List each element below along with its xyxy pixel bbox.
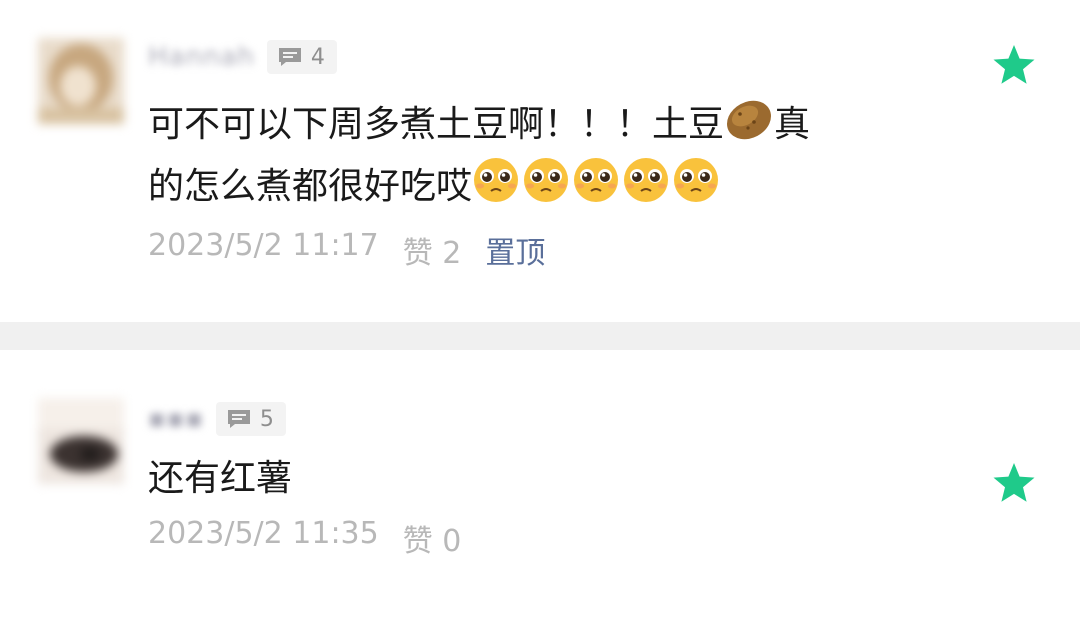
comment-bubble-icon <box>227 410 250 428</box>
avatar[interactable] <box>38 398 124 484</box>
comment-text: 可不可以下周多煮土豆啊！！！土豆 真 的怎么煮都很好吃哎 <box>148 98 908 218</box>
avatar[interactable] <box>38 38 124 124</box>
pleading-face-emoji-icon <box>472 156 722 218</box>
comment-meta: 2023/5/2 11:17 赞 2 置顶 <box>148 228 569 272</box>
reply-count: 5 <box>259 406 274 432</box>
potato-emoji-icon <box>724 98 774 156</box>
username[interactable]: Hannah <box>148 42 255 72</box>
divider <box>0 322 1080 350</box>
like-count[interactable]: 赞 2 <box>403 228 462 272</box>
comment-text: 还有红薯 <box>148 458 293 499</box>
comment-meta: 2023/5/2 11:35 赞 0 <box>148 516 485 560</box>
star-icon[interactable] <box>992 462 1036 508</box>
username[interactable]: ▪▪▪ <box>148 404 204 434</box>
comment-header: ▪▪▪ 5 <box>148 402 286 436</box>
comment-header: Hannah 4 <box>148 40 337 74</box>
comment-date: 2023/5/2 11:17 <box>148 228 379 263</box>
like-count[interactable]: 赞 0 <box>403 516 462 560</box>
pin-button[interactable]: 置顶 <box>485 228 545 272</box>
comment-item: Hannah 4 可不可以下周多煮土豆啊！！！土豆 真 的怎么煮都很好吃哎 20… <box>0 0 1080 322</box>
star-icon[interactable] <box>992 44 1036 90</box>
reply-count-badge[interactable]: 5 <box>215 402 286 436</box>
comment-bubble-icon <box>278 48 301 66</box>
comment-date: 2023/5/2 11:35 <box>148 516 379 551</box>
comment-item: ▪▪▪ 5 还有红薯 2023/5/2 11:35 赞 0 <box>0 350 1080 630</box>
reply-count-badge[interactable]: 4 <box>266 40 337 74</box>
reply-count: 4 <box>310 44 325 70</box>
